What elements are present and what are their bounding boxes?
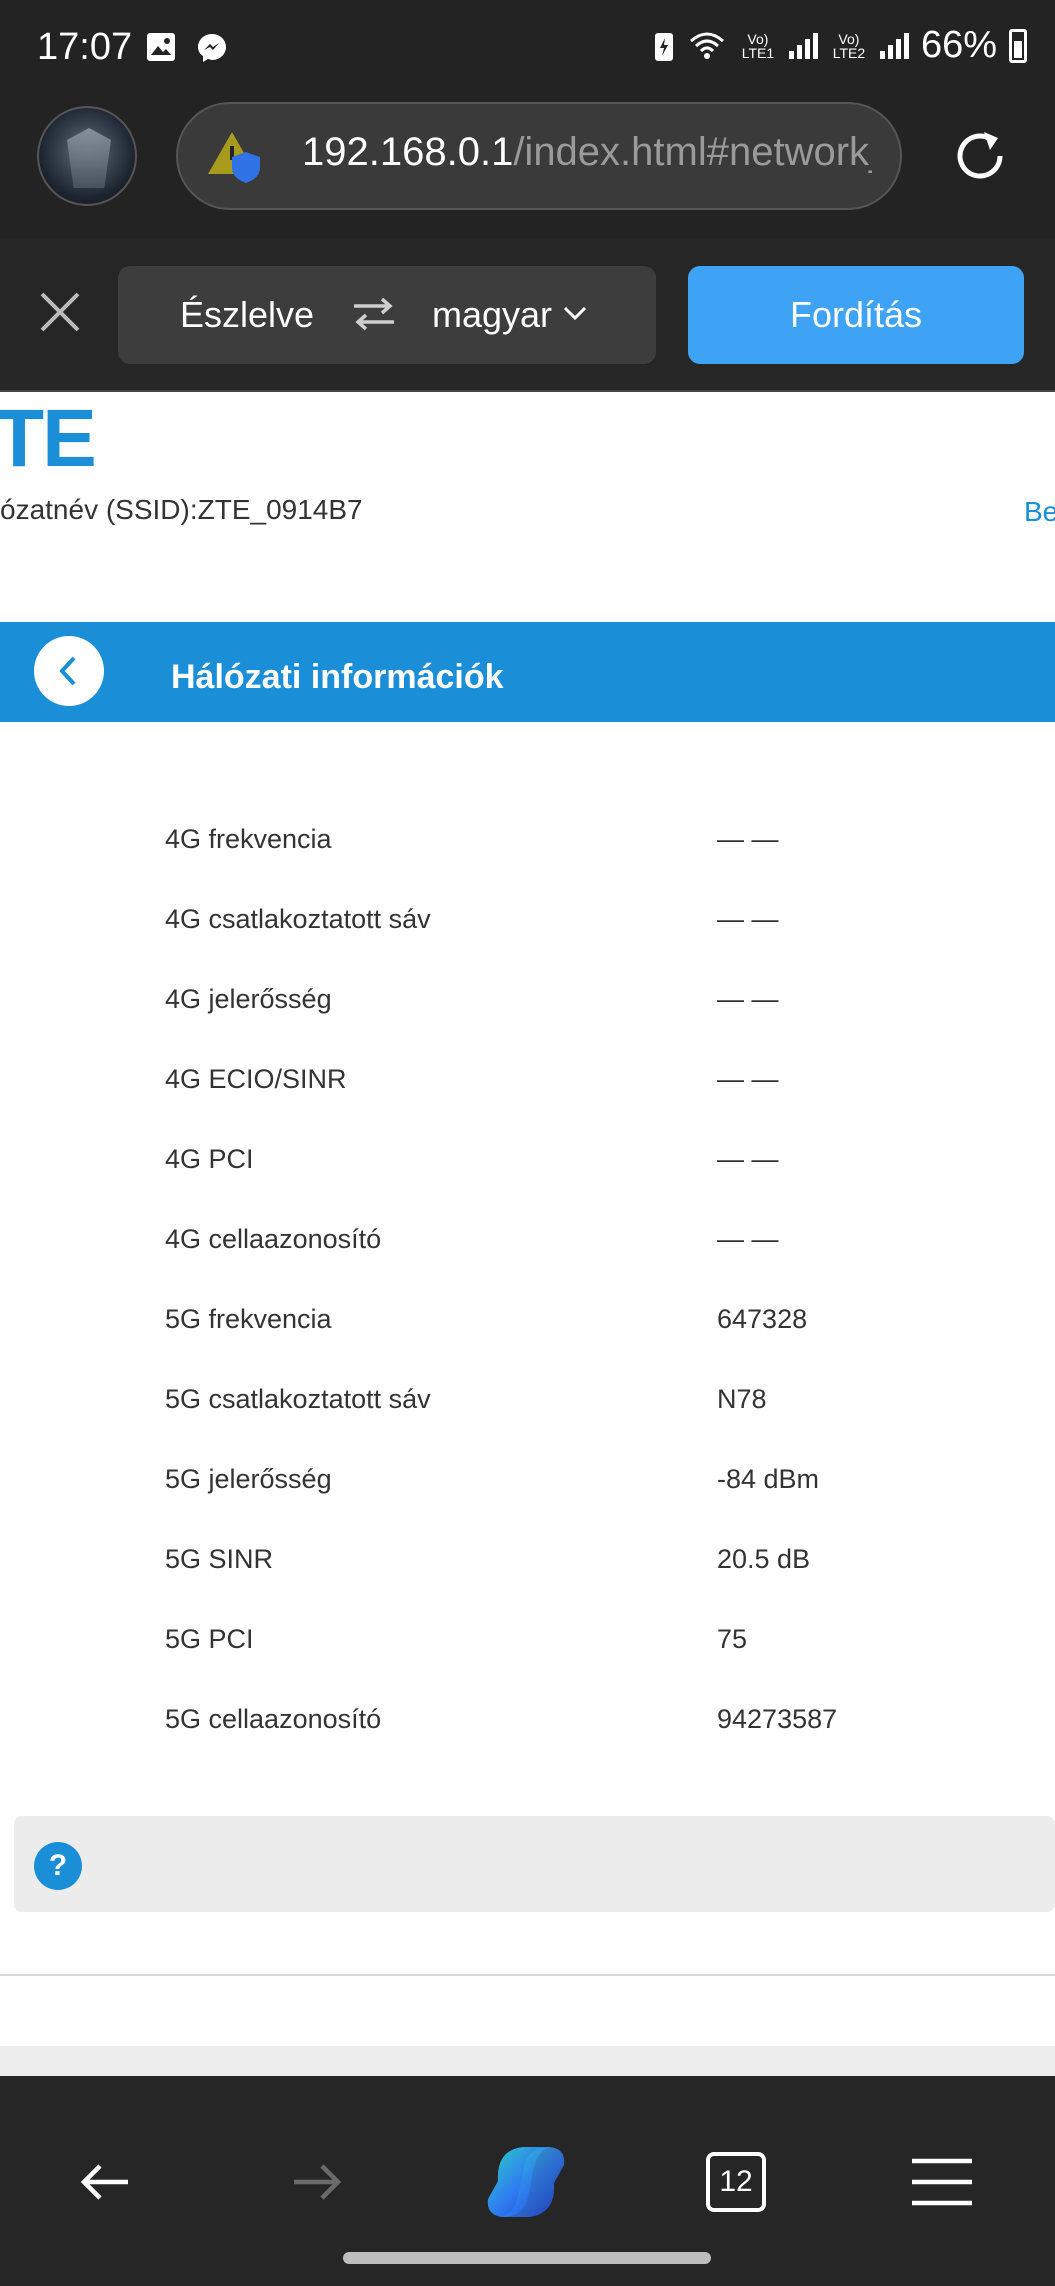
battery-percent: 66% (920, 24, 997, 66)
info-value: N78 (717, 1384, 767, 1414)
wifi-icon (689, 32, 724, 59)
info-value: — — (717, 1144, 779, 1174)
footer-strip (0, 2046, 1055, 2076)
forward-nav-button[interactable] (266, 2132, 366, 2232)
info-label: 5G SINR (165, 1544, 274, 1574)
info-label: 4G jelerősség (165, 984, 332, 1014)
section-header: Hálózati információk (0, 622, 1055, 722)
detected-language[interactable]: Észlelve (180, 294, 314, 336)
signal-bars-sim2 (879, 32, 909, 59)
arrow-right-icon (294, 2164, 342, 2200)
info-row: 5G cellaazonosító 94273587 (0, 1680, 1055, 1760)
info-row: 4G cellaazonosító — — (0, 1200, 1055, 1280)
help-icon[interactable]: ? (34, 1842, 82, 1890)
info-label: 5G csatlakoztatott sáv (165, 1384, 431, 1414)
status-time: 17:07 (37, 26, 133, 68)
info-row: 4G csatlakoztatott sáv — — (0, 880, 1055, 960)
info-value: — — (717, 984, 779, 1014)
info-row: 5G frekvencia 647328 (0, 1280, 1055, 1360)
status-notification-icons (145, 31, 229, 65)
info-label: 5G frekvencia (165, 1304, 332, 1334)
section-title: Hálózati információk (171, 658, 504, 696)
info-row: 4G PCI — — (0, 1120, 1055, 1200)
info-label: 4G frekvencia (165, 824, 332, 854)
info-row: 5G csatlakoztatott sáv N78 (0, 1360, 1055, 1440)
info-label: 4G PCI (165, 1144, 254, 1174)
info-row: 4G frekvencia — — (0, 800, 1055, 880)
url-path: /index.html#network_ (513, 130, 872, 174)
menu-button[interactable] (892, 2132, 992, 2232)
battery-icon (1009, 28, 1027, 63)
copilot-button[interactable] (476, 2132, 576, 2232)
sim2-label: Vo) LTE2 (832, 30, 866, 61)
info-label: 5G cellaazonosító (165, 1704, 382, 1734)
hamburger-menu-icon (912, 2158, 972, 2206)
chevron-left-icon (59, 656, 76, 686)
target-language[interactable]: magyar (432, 294, 552, 336)
ssid-text: ózatnév (SSID):ZTE_0914B7 (0, 494, 363, 525)
chevron-down-icon[interactable] (562, 300, 588, 326)
close-icon[interactable] (36, 288, 84, 336)
address-bar[interactable]: 192.168.0.1/index.html#network_ (176, 102, 902, 210)
back-button[interactable] (34, 636, 104, 706)
status-bar: 17:07 Vo) LTE1 Vo) LTE2 66% (0, 0, 1055, 98)
translate-button[interactable]: Fordítás (688, 266, 1024, 364)
info-value: 647328 (717, 1304, 808, 1334)
header-link[interactable]: Be (1024, 496, 1055, 528)
url-text[interactable]: 192.168.0.1/index.html#network_ (302, 130, 872, 175)
info-row: 5G SINR 20.5 dB (0, 1520, 1055, 1600)
info-value: — — (717, 1224, 779, 1254)
browser-toolbar: 192.168.0.1/index.html#network_ (0, 98, 1055, 238)
info-value: 94273587 (717, 1704, 838, 1734)
swap-icon[interactable] (350, 296, 398, 332)
avatar[interactable] (37, 106, 137, 206)
info-value: — — (717, 1064, 779, 1094)
zte-logo: TE (0, 393, 97, 484)
url-host: 192.168.0.1 (302, 130, 514, 174)
info-value: — — (717, 824, 779, 854)
security-warning-icon[interactable] (206, 126, 266, 186)
info-row: 4G ECIO/SINR — — (0, 1040, 1055, 1120)
help-box: ? (14, 1816, 1055, 1912)
bottom-navigation: 12 (0, 2076, 1055, 2286)
gallery-icon (147, 33, 175, 61)
info-value: — — (717, 904, 779, 934)
info-row: 4G jelerősség — — (0, 960, 1055, 1040)
copilot-icon (487, 2147, 565, 2217)
sim1-label: Vo) LTE1 (741, 30, 775, 61)
tabs-button[interactable]: 12 (686, 2132, 786, 2232)
info-value: -84 dBm (717, 1464, 820, 1494)
translate-bar: Észlelve magyar Fordítás (0, 238, 1055, 392)
info-label: 5G jelerősség (165, 1464, 332, 1494)
info-row: 5G jelerősség -84 dBm (0, 1440, 1055, 1520)
info-label: 4G csatlakoztatott sáv (165, 904, 431, 934)
tabs-count: 12 (706, 2152, 766, 2212)
info-value: 75 (717, 1624, 748, 1654)
status-system-icons: Vo) LTE1 Vo) LTE2 66% (653, 24, 1027, 67)
arrow-left-icon (80, 2164, 128, 2200)
info-row: 5G PCI 75 (0, 1600, 1055, 1680)
language-selector[interactable]: Észlelve magyar (118, 266, 656, 364)
back-nav-button[interactable] (56, 2132, 156, 2232)
info-label: 4G ECIO/SINR (165, 1064, 347, 1094)
battery-saver-icon (654, 32, 673, 61)
messenger-icon (198, 34, 226, 62)
content-divider (0, 1974, 1055, 1976)
signal-bars-sim1 (788, 32, 818, 59)
info-value: 20.5 dB (717, 1544, 811, 1574)
home-indicator[interactable] (343, 2252, 711, 2264)
info-label: 4G cellaazonosító (165, 1224, 382, 1254)
reload-icon[interactable] (948, 124, 1012, 188)
info-label: 5G PCI (165, 1624, 254, 1654)
